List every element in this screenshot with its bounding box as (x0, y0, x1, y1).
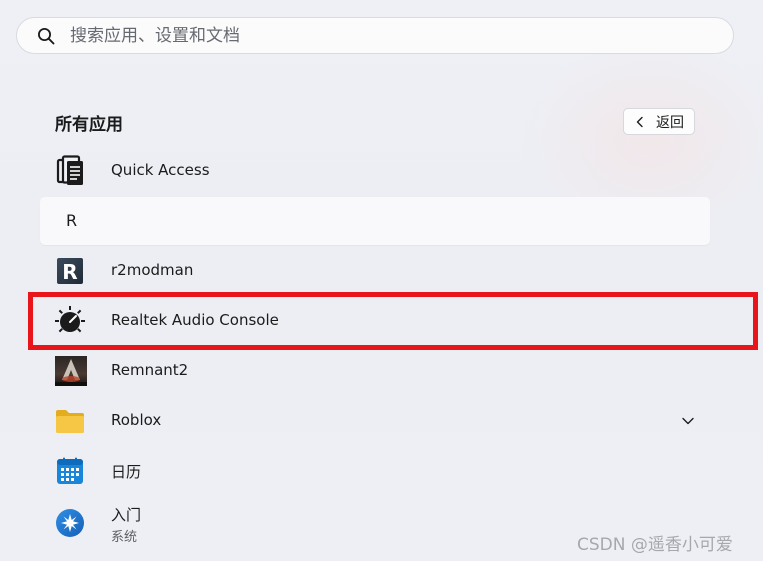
svg-text:R: R (62, 260, 77, 284)
realtek-knob-icon (54, 305, 86, 337)
back-button-label: 返回 (656, 114, 684, 131)
back-button[interactable]: 返回 (623, 108, 695, 135)
app-item-r2modman[interactable]: R r2modman (40, 246, 710, 296)
search-box[interactable] (16, 17, 734, 54)
watermark: CSDN @遥香小可爱 (577, 535, 733, 555)
folder-icon (54, 405, 86, 437)
app-item-calendar[interactable]: 日历 (40, 446, 710, 496)
app-label: Roblox (111, 411, 162, 429)
app-folder-roblox[interactable]: Roblox (40, 396, 710, 446)
app-item-realtek-audio-console[interactable]: Realtek Audio Console (40, 296, 710, 346)
app-label: 入门 (111, 506, 142, 524)
quick-access-icon (54, 155, 86, 187)
app-label: 日历 (111, 463, 142, 481)
getstarted-icon (54, 507, 86, 539)
letter-group-header[interactable]: R (40, 197, 710, 245)
app-item-quick-access[interactable]: Quick Access (40, 146, 710, 196)
calendar-icon (54, 455, 86, 487)
search-input[interactable] (70, 18, 710, 53)
app-label: r2modman (111, 261, 194, 279)
search-icon (38, 28, 55, 45)
app-sublabel: 系统 (111, 530, 138, 545)
r2modman-icon: R (54, 255, 86, 287)
app-item-remnant2[interactable]: Remnant2 (40, 346, 710, 396)
chevron-down-icon[interactable] (680, 413, 696, 429)
app-label: Quick Access (111, 161, 210, 179)
page-title: 所有应用 (55, 115, 123, 135)
app-label: Remnant2 (111, 361, 189, 379)
chevron-left-icon (636, 116, 643, 127)
letter-group-label: R (66, 211, 78, 230)
app-label: Realtek Audio Console (111, 311, 279, 329)
remnant2-game-icon (55, 356, 87, 386)
